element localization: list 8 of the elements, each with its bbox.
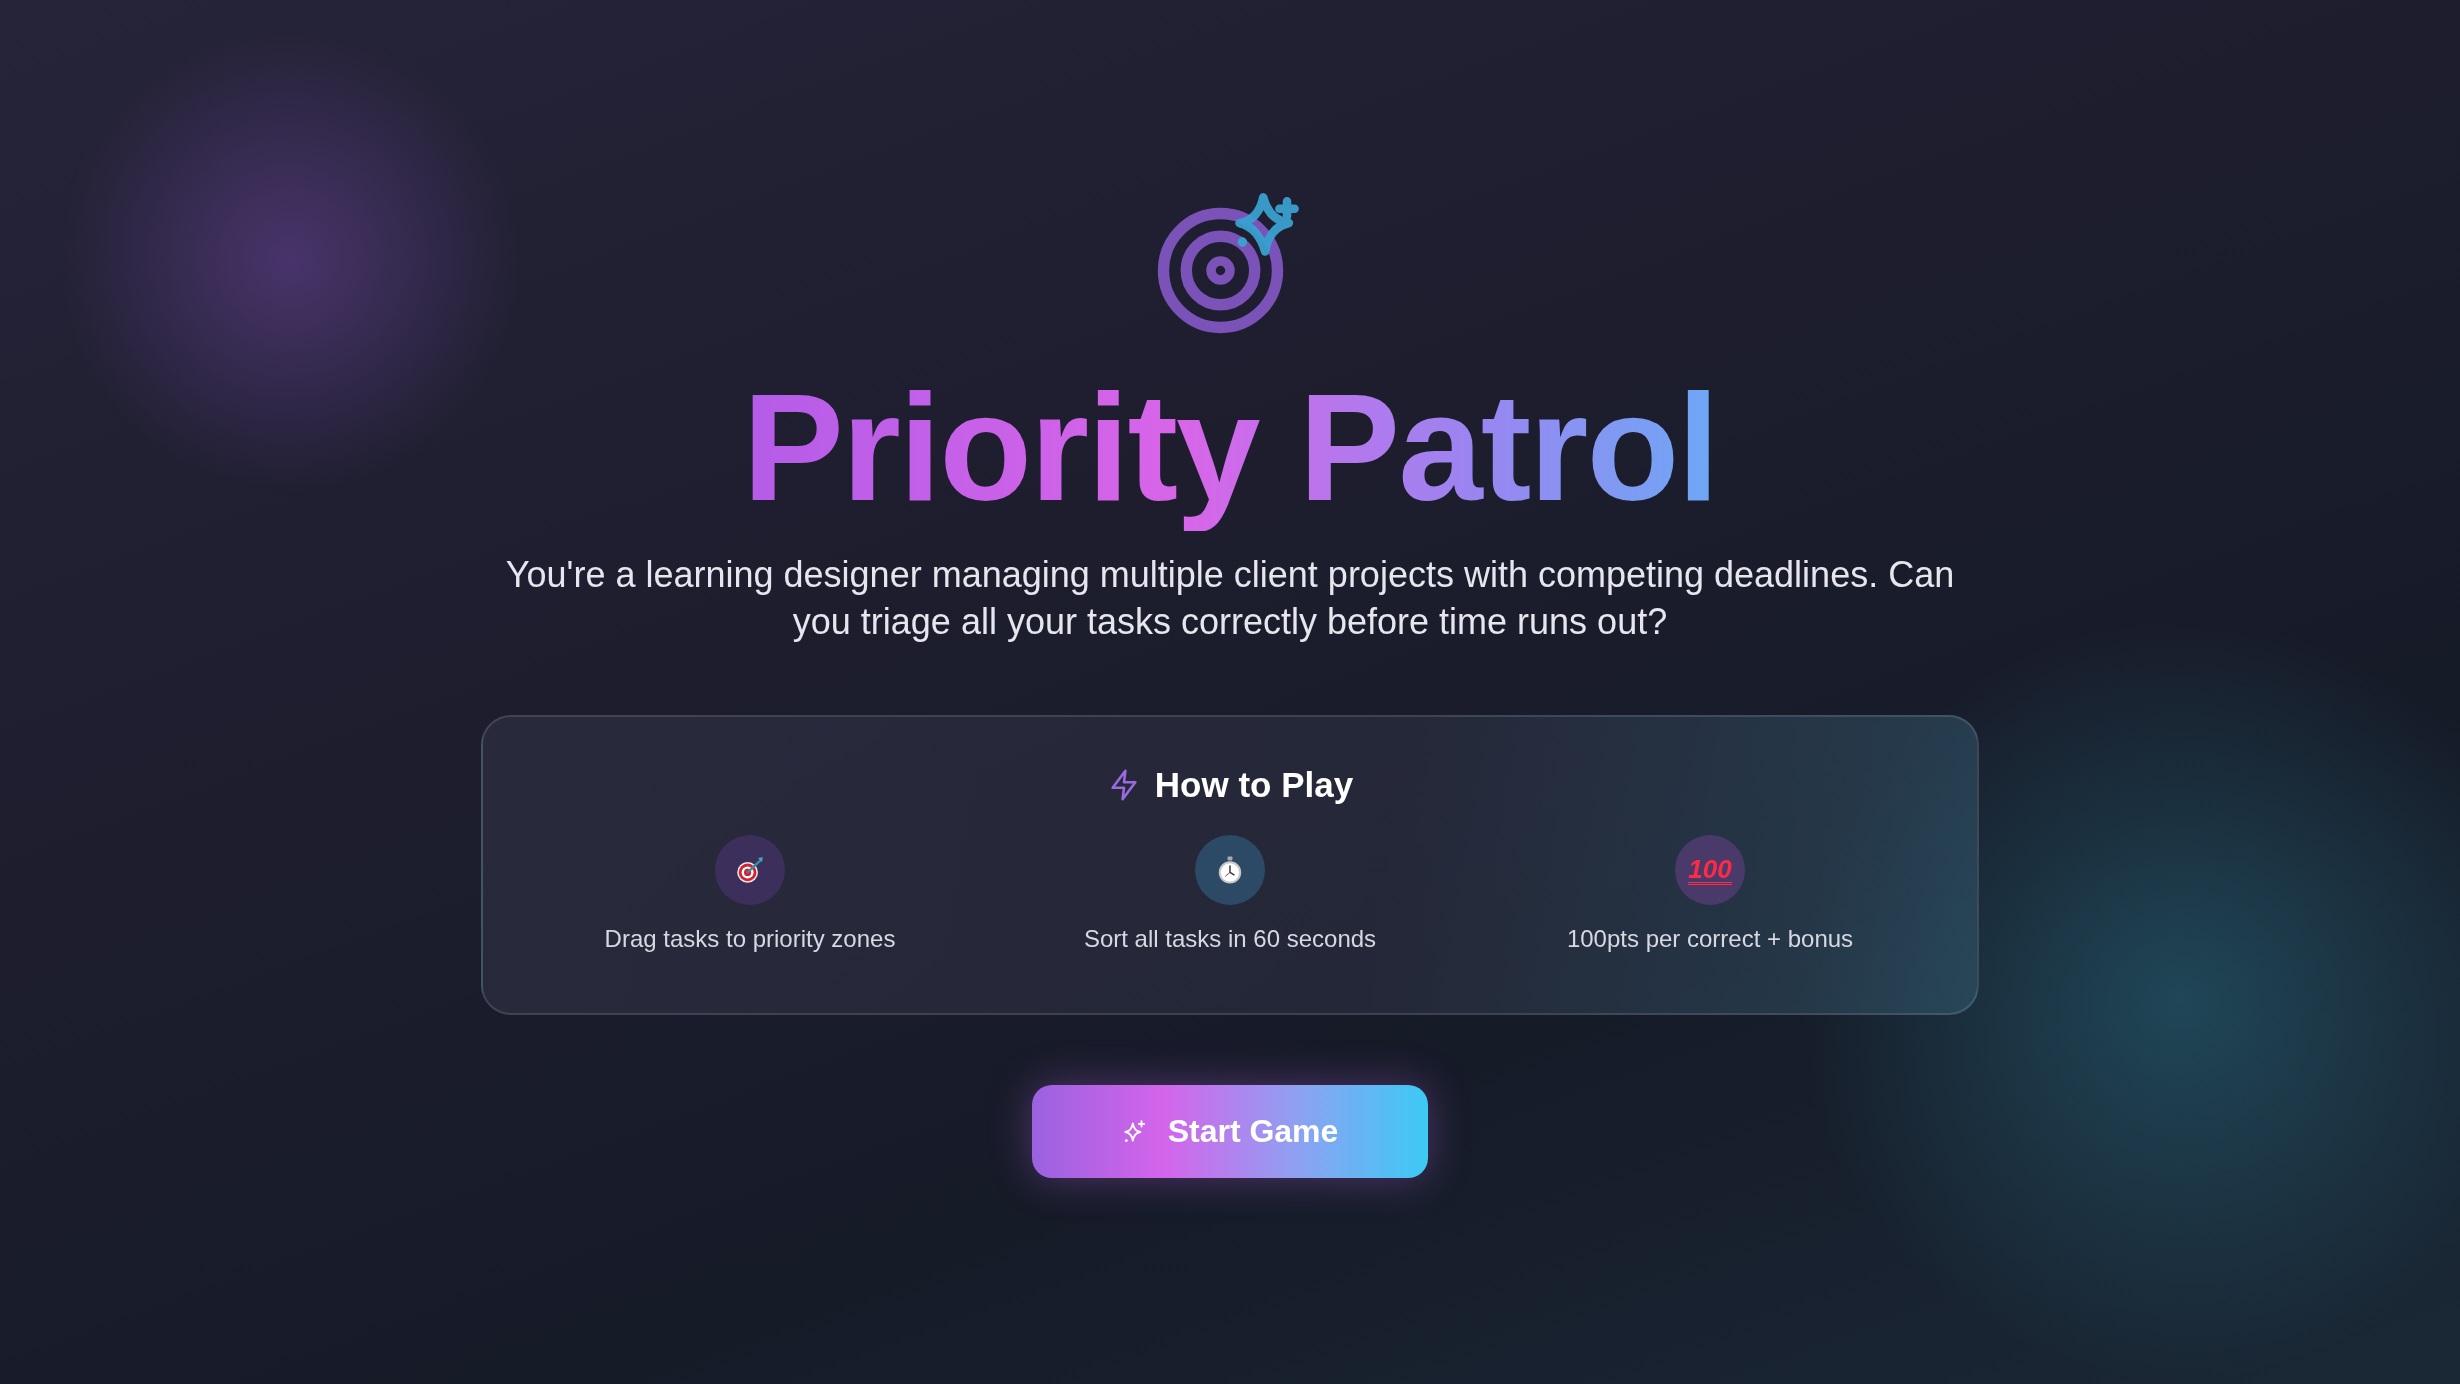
card-heading: How to Play: [1154, 765, 1354, 806]
feature-label: Drag tasks to priority zones: [604, 925, 896, 954]
game-description: You're a learning designer managing multiple client projects with competing deadlines. Can you triage all your tasks correctly before time runs out?: [504, 553, 1956, 645]
start-game-button[interactable]: Start Game: [1032, 1085, 1428, 1179]
sparkle-icon: [1121, 1118, 1148, 1145]
feature-label: Sort all tasks in 60 seconds: [1083, 925, 1377, 954]
feature-label: 100pts per correct + bonus: [1566, 925, 1854, 954]
hundred-points-icon: 100: [1675, 835, 1745, 906]
